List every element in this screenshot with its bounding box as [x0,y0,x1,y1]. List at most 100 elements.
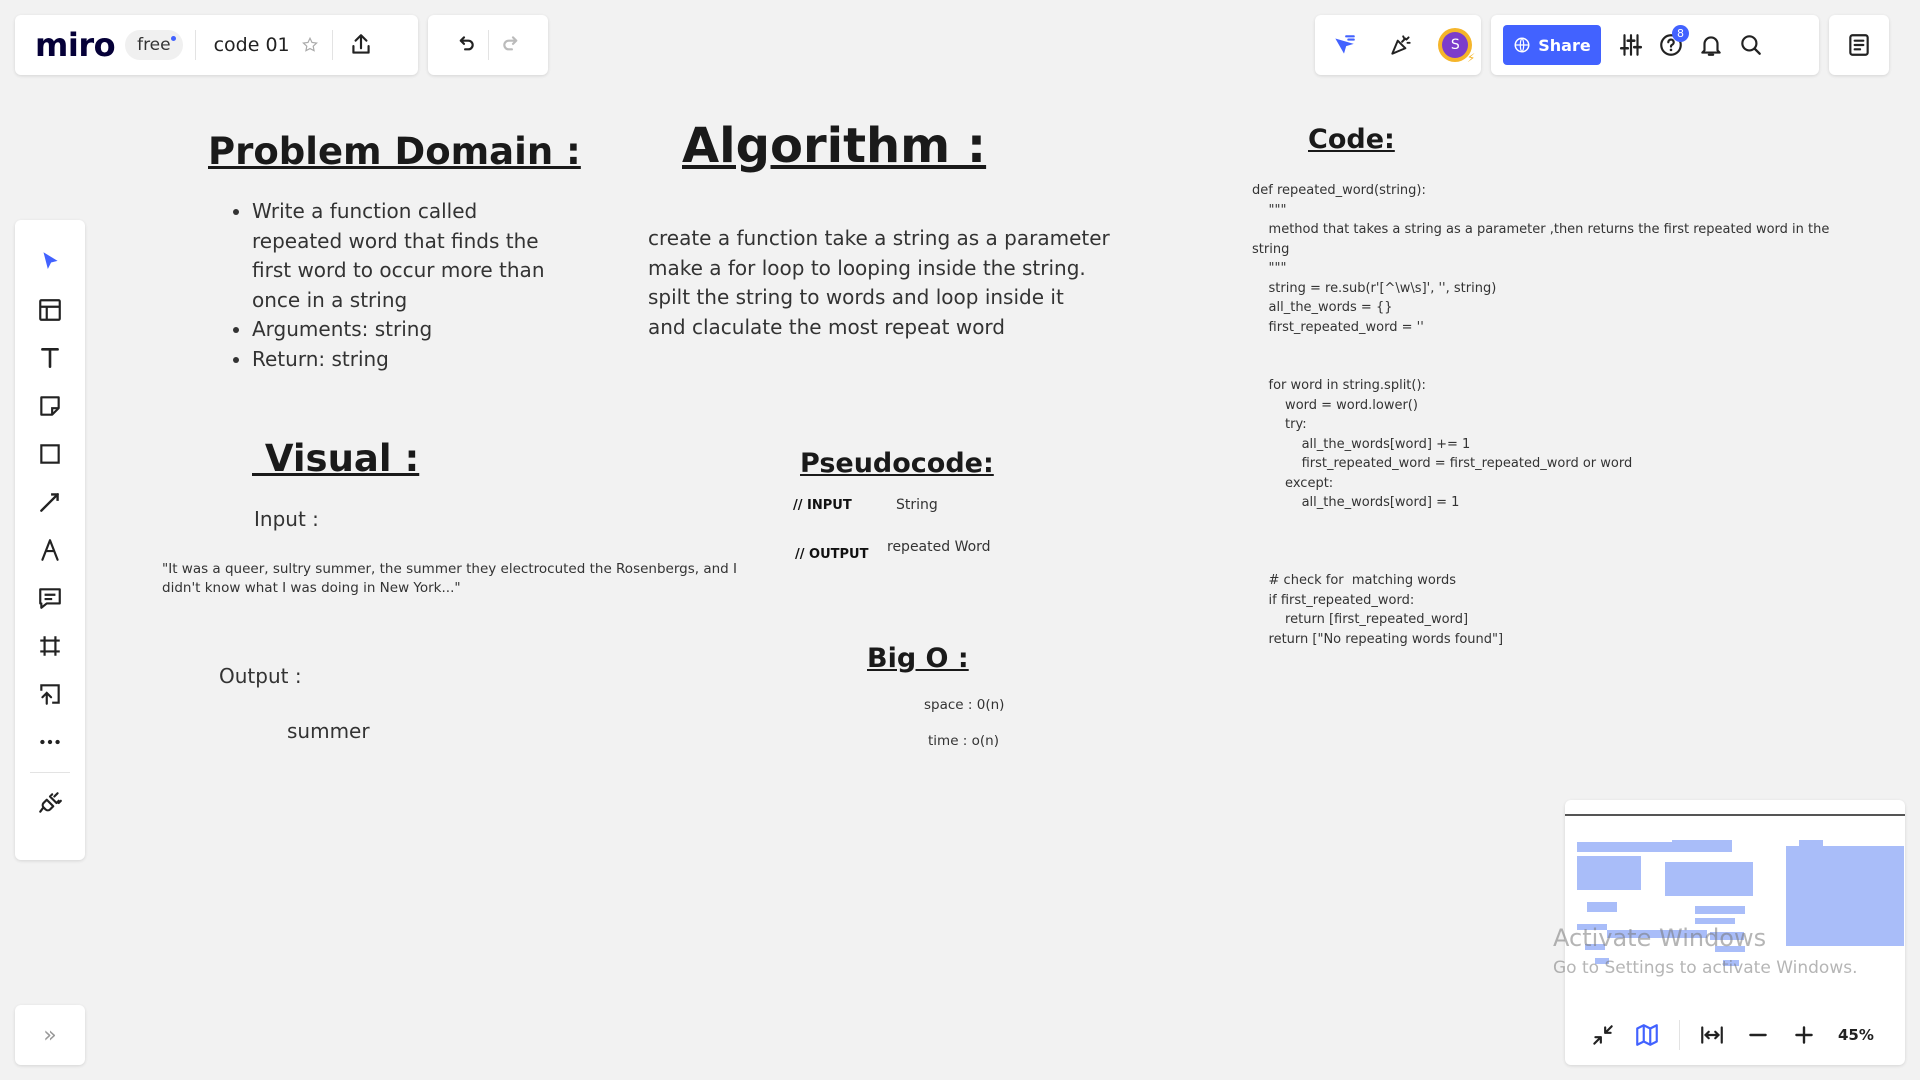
connection-line-icon[interactable] [30,482,70,522]
divider [30,772,70,773]
algorithm-line: and claculate the most repeat word [648,314,1006,339]
collaboration-bar: S ⚡ [1315,15,1481,75]
zoom-controls: 45% [1565,1005,1905,1065]
algorithm-text[interactable]: create a function take a string as a par… [648,224,1110,342]
apps-plug-icon[interactable] [30,783,70,823]
code-line: def repeated_word(string): [1252,183,1426,198]
visual-output-text[interactable]: summer [287,719,370,743]
more-tools-icon[interactable] [30,722,70,762]
collapse-minimap-icon[interactable] [1583,1015,1623,1055]
code-line: string [1252,241,1290,257]
visual-title[interactable]: Visual : [252,437,419,480]
pseudocode-output-key[interactable]: // OUTPUT [795,547,868,562]
bigo-time[interactable]: time : o(n) [928,733,999,749]
avatar-letter: S [1442,32,1469,58]
sticky-note-icon[interactable] [30,386,70,426]
activation-watermark-title: Activate Windows [1553,924,1767,952]
fit-to-screen-icon[interactable] [1692,1015,1732,1055]
code-line: method that takes a string as a paramete… [1252,222,1830,237]
divider [487,30,489,60]
bigo-space[interactable]: space : 0(n) [924,697,1004,713]
problem-domain-list[interactable]: Write a function called repeated word th… [230,197,572,374]
search-icon[interactable] [1731,25,1771,65]
code-line: except: [1252,475,1334,491]
list-item: Arguments: string [252,315,572,345]
code-line: all_the_words[word] += 1 [1252,436,1471,452]
visual-input-label[interactable]: Input : [254,507,319,531]
upload-icon[interactable] [30,674,70,714]
list-item: Return: string [252,345,572,375]
star-icon[interactable] [296,25,324,65]
pseudocode-output-value[interactable]: repeated Word [887,539,991,555]
minimap-viewport-line [1565,814,1905,816]
divider [194,30,196,60]
globe-icon [1514,37,1530,53]
code-line: return [first_repeated_word] [1252,612,1469,627]
board-title[interactable]: code 01 [214,34,290,56]
algorithm-line: create a function take a string as a par… [648,226,1110,250]
pseudocode-title[interactable]: Pseudocode: [800,448,994,479]
notification-bell-icon[interactable] [1691,25,1731,65]
redo-icon[interactable] [493,25,533,65]
zoom-level[interactable]: 45% [1838,1026,1874,1044]
notes-list-icon[interactable] [1839,25,1879,65]
expand-chevron-icon[interactable]: » [30,1015,70,1055]
help-icon[interactable]: 8 [1651,25,1691,65]
notes-panel-bar [1829,15,1889,75]
pseudocode-input-value[interactable]: String [896,497,938,513]
list-item: Write a function called repeated word th… [252,197,572,315]
follow-cursor-icon[interactable] [1324,25,1364,65]
bigo-title[interactable]: Big O : [867,643,969,674]
zoom-out-icon[interactable] [1738,1015,1778,1055]
templates-icon[interactable] [30,290,70,330]
visual-output-label[interactable]: Output : [219,664,302,688]
code-line: return ["No repeating words found"] [1252,631,1504,647]
visual-input-text[interactable]: "It was a queer, sultry summer, the summ… [162,560,752,598]
lightning-icon: ⚡ [1466,51,1476,65]
zoom-in-icon[interactable] [1784,1015,1824,1055]
left-toolbar [15,220,85,860]
undo-redo-bar [428,15,548,75]
divider [331,30,333,60]
code-line: """ [1252,202,1287,218]
code-line: all_the_words = {} [1252,300,1393,315]
map-icon[interactable] [1627,1015,1667,1055]
avatar[interactable]: S ⚡ [1438,28,1476,65]
minimap-thumbnail [1577,840,1904,966]
plan-badge[interactable]: free [125,30,183,60]
undo-icon[interactable] [444,25,484,65]
problem-domain-title[interactable]: Problem Domain : [208,130,581,173]
comment-icon[interactable] [30,578,70,618]
help-badge: 8 [1672,25,1689,42]
code-title[interactable]: Code: [1308,124,1395,155]
code-line: first_repeated_word = '' [1252,319,1424,335]
expand-sidebar-panel: » [15,1005,85,1065]
pseudocode-input-key[interactable]: // INPUT [793,498,852,513]
top-left-toolbar: miro free code 01 [15,15,418,75]
code-line: for word in string.split(): [1252,378,1426,393]
text-tool-icon[interactable] [30,338,70,378]
algorithm-line: make a for loop to looping inside the st… [648,255,1086,280]
code-line: if first_repeated_word: [1252,592,1415,608]
code-line: first_repeated_word = first_repeated_wor… [1252,456,1633,471]
code-block[interactable]: def repeated_word(string): """ method th… [1252,181,1832,649]
settings-sliders-icon[interactable] [1611,25,1651,65]
share-button[interactable]: Share [1503,25,1601,65]
code-line: all_the_words[word] = 1 [1252,495,1460,510]
miro-logo[interactable]: miro [35,26,116,64]
pen-icon[interactable] [30,530,70,570]
algorithm-line: spilt the string to words and loop insid… [648,285,1064,309]
code-line: word = word.lower() [1252,397,1418,413]
plan-dot-icon [170,36,176,41]
frame-icon[interactable] [30,626,70,666]
select-cursor-icon[interactable] [30,242,70,282]
algorithm-title[interactable]: Algorithm : [682,118,986,174]
shape-rectangle-icon[interactable] [30,434,70,474]
celebrate-icon[interactable] [1381,25,1421,65]
export-icon[interactable] [341,25,381,65]
